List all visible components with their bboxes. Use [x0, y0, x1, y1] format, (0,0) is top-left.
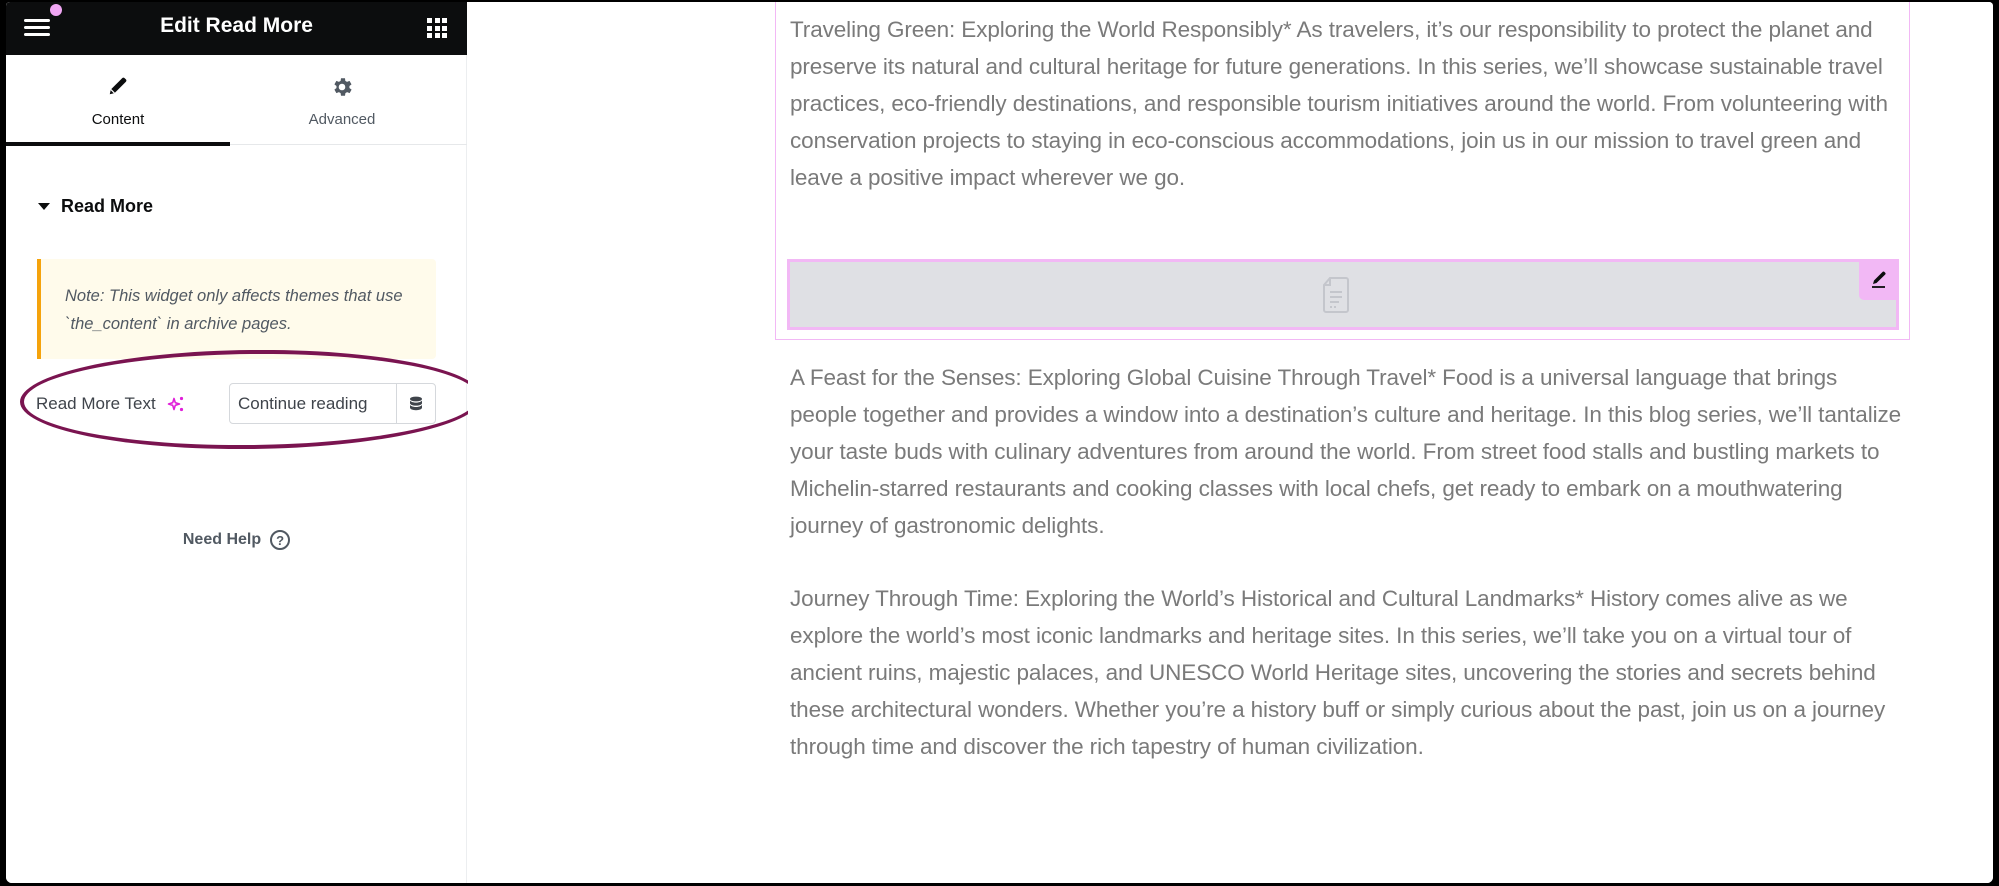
edit-widget-button[interactable]: [1859, 259, 1899, 300]
need-help-link[interactable]: Need Help ?: [6, 530, 467, 550]
post-excerpt-1: Traveling Green: Exploring the World Res…: [790, 17, 1888, 190]
page-preview: Traveling Green: Exploring the World Res…: [468, 2, 1993, 883]
section-title: Read More: [61, 195, 154, 216]
tab-advanced[interactable]: Advanced: [230, 55, 454, 145]
panel-title: Edit Read More: [160, 14, 313, 37]
post-excerpt-2: A Feast for the Senses: Exploring Global…: [790, 365, 1902, 538]
need-help-label: Need Help: [182, 531, 262, 548]
read-more-widget-placeholder[interactable]: [787, 259, 1899, 330]
sparkle-ai-icon[interactable]: [166, 394, 186, 414]
editor-panel: Edit Read More Content Advanced Read Mor…: [6, 2, 483, 883]
gear-icon: [334, 78, 352, 96]
panel-tabs: Content Advanced: [6, 55, 467, 146]
tab-content-label: Content: [91, 111, 145, 128]
info-note: Note: This widget only affects themes th…: [37, 259, 436, 359]
read-more-text-control: Read More Text: [36, 383, 436, 425]
dynamic-tags-button[interactable]: [396, 384, 435, 423]
read-more-text-label: Read More Text: [36, 394, 186, 414]
control-label-text: Read More Text: [36, 394, 156, 413]
editor-window: Edit Read More Content Advanced Read Mor…: [6, 2, 1993, 883]
database-dynamic-tags-icon: [410, 396, 422, 410]
pencil-edit-icon: [1872, 271, 1886, 288]
question-circle-icon: ?: [270, 530, 291, 550]
tab-content[interactable]: Content: [6, 55, 230, 146]
post-excerpt-3: Journey Through Time: Exploring the Worl…: [790, 586, 1886, 759]
document-icon: [1323, 277, 1349, 313]
pencil-icon: [109, 77, 127, 95]
read-more-text-input-group: [229, 383, 436, 424]
caret-down-icon: [38, 202, 50, 210]
grid-apps-icon[interactable]: [427, 18, 447, 38]
section-toggle-read-more[interactable]: Read More: [38, 194, 153, 218]
panel-header: Edit Read More: [6, 2, 467, 55]
tab-advanced-label: Advanced: [308, 111, 376, 128]
read-more-text-input[interactable]: [230, 384, 396, 423]
